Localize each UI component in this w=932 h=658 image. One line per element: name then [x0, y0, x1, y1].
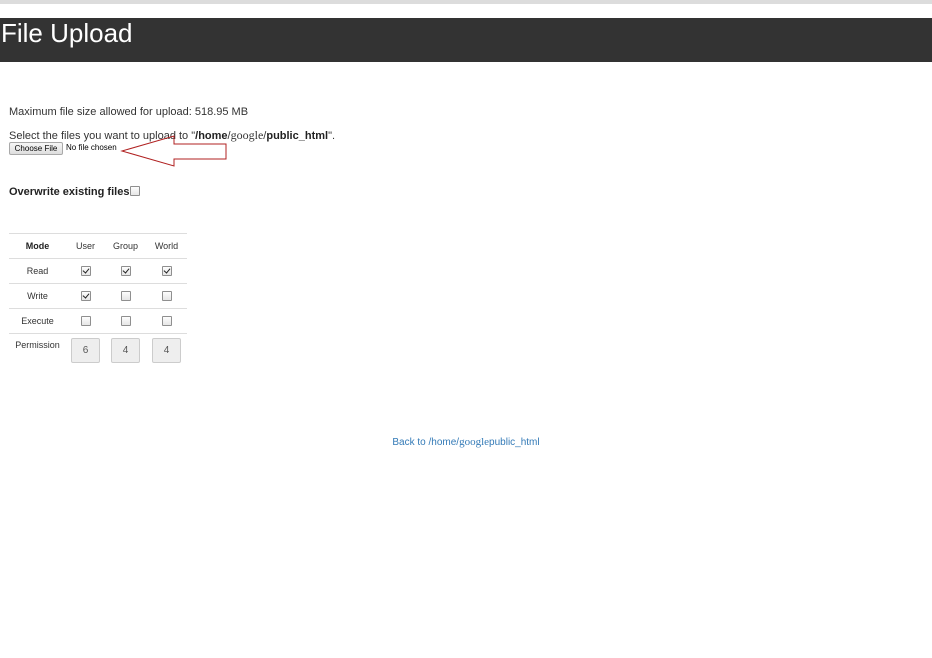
read-user-checkbox[interactable] — [80, 266, 91, 277]
write-user-checkbox[interactable] — [80, 291, 91, 302]
column-header-mode: Mode — [9, 233, 66, 259]
destination-user: google — [230, 128, 264, 142]
choose-file-button[interactable]: Choose File — [9, 142, 63, 155]
permissions-table: Mode User Group World Read Write Execute… — [9, 233, 187, 372]
permission-row-execute: Execute — [9, 308, 187, 334]
page-title: File Upload — [1, 18, 133, 48]
permission-row-write: Write — [9, 283, 187, 309]
write-world-checkbox[interactable] — [161, 291, 172, 302]
browser-top-border — [0, 0, 932, 4]
permission-row-read: Read — [9, 258, 187, 284]
max-file-size-text: Maximum file size allowed for upload: 51… — [9, 106, 249, 118]
write-group-checkbox[interactable] — [120, 291, 131, 302]
row-label-write: Write — [9, 283, 66, 309]
column-header-world: World — [146, 233, 187, 259]
back-link-prefix: Back to /home/ — [392, 437, 460, 448]
permissions-header-row: Mode User Group World — [9, 233, 187, 259]
execute-user-checkbox[interactable] — [80, 316, 91, 327]
destination-suffix: ". — [328, 130, 336, 142]
permission-octal-row: Permission 6 4 4 — [9, 333, 187, 372]
permission-world-value: 4 — [152, 338, 181, 363]
permission-group-value: 4 — [111, 338, 140, 363]
page-header: File Upload — [0, 18, 932, 62]
overwrite-checkbox[interactable] — [130, 186, 140, 196]
read-group-checkbox[interactable] — [120, 266, 131, 277]
back-link-suffix: public_html — [489, 437, 540, 448]
overwrite-label: Overwrite existing files: — [9, 186, 134, 198]
row-label-permission: Permission — [9, 333, 66, 372]
back-link[interactable]: Back to /home/googlepublic_html — [0, 436, 932, 448]
permission-user-value: 6 — [71, 338, 100, 363]
back-link-user: google — [459, 436, 490, 448]
row-label-execute: Execute — [9, 308, 66, 334]
row-label-read: Read — [9, 258, 66, 284]
no-file-chosen-text: No file chosen — [66, 143, 117, 152]
execute-world-checkbox[interactable] — [161, 316, 172, 327]
destination-dir: public_html — [266, 130, 329, 142]
read-world-checkbox[interactable] — [161, 266, 172, 277]
column-header-user: User — [66, 233, 105, 259]
column-header-group: Group — [105, 233, 146, 259]
annotation-arrow-icon — [120, 135, 227, 167]
execute-group-checkbox[interactable] — [120, 316, 131, 327]
